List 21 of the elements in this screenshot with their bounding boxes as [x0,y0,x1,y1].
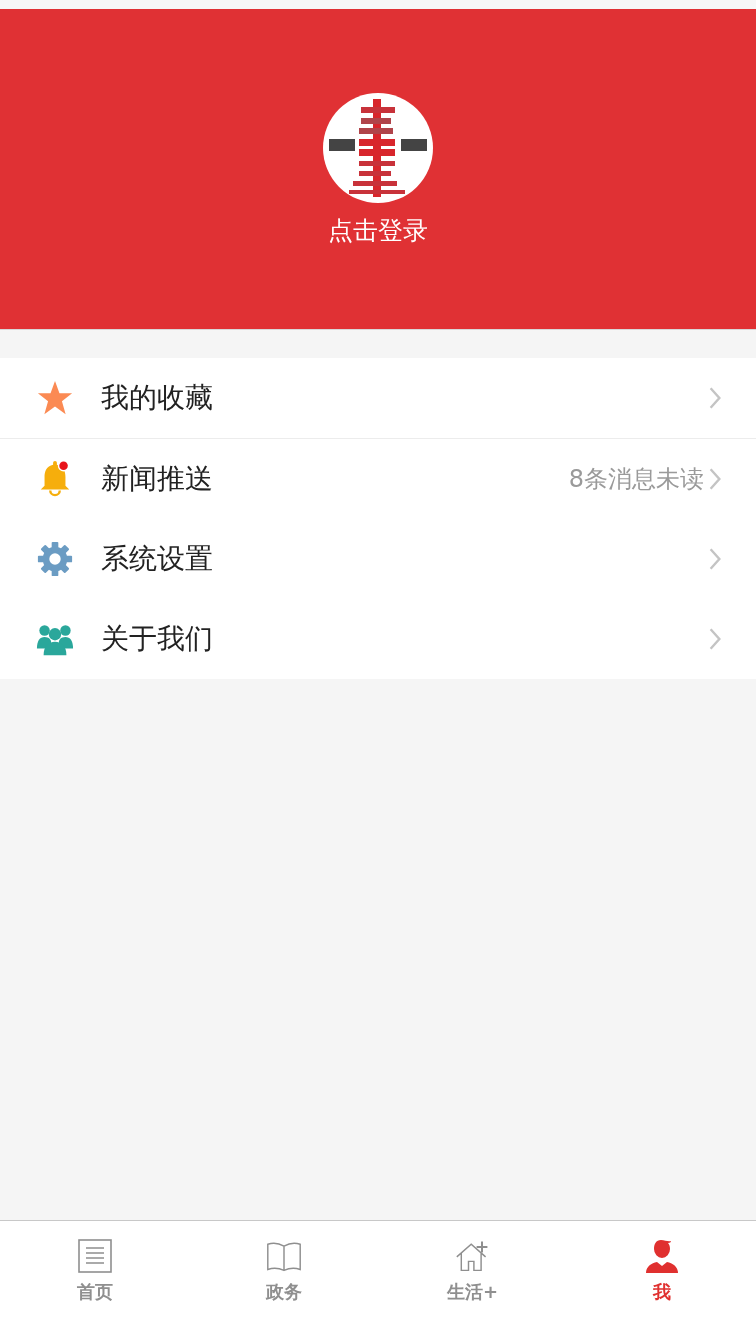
menu-label: 新闻推送 [101,461,214,497]
menu-label: 关于我们 [101,621,214,657]
menu-item[interactable]: 系统设置 [0,519,756,599]
menu-item[interactable]: 我的收藏 [0,358,756,438]
menu-item[interactable]: 新闻推送 8条消息未读 [0,439,756,519]
menu-item[interactable]: 关于我们 [0,599,756,679]
menu-label: 系统设置 [101,541,214,577]
person-icon [643,1238,680,1274]
chevron-icon [708,547,722,571]
unread-count: 8条消息未读 [568,464,704,495]
menu-label: 我的收藏 [101,380,214,416]
login-label[interactable]: 点击登录 [328,215,428,247]
gear-icon [36,540,74,578]
tab[interactable]: 首页 [0,1221,189,1319]
tab[interactable]: 我 [567,1221,756,1319]
chevron-icon [708,627,722,651]
tab[interactable]: 生活+ [378,1221,567,1319]
chevron-icon [708,386,722,410]
document-icon [76,1238,113,1274]
chevron-icon [708,467,722,491]
tab[interactable]: 政务 [189,1221,378,1319]
